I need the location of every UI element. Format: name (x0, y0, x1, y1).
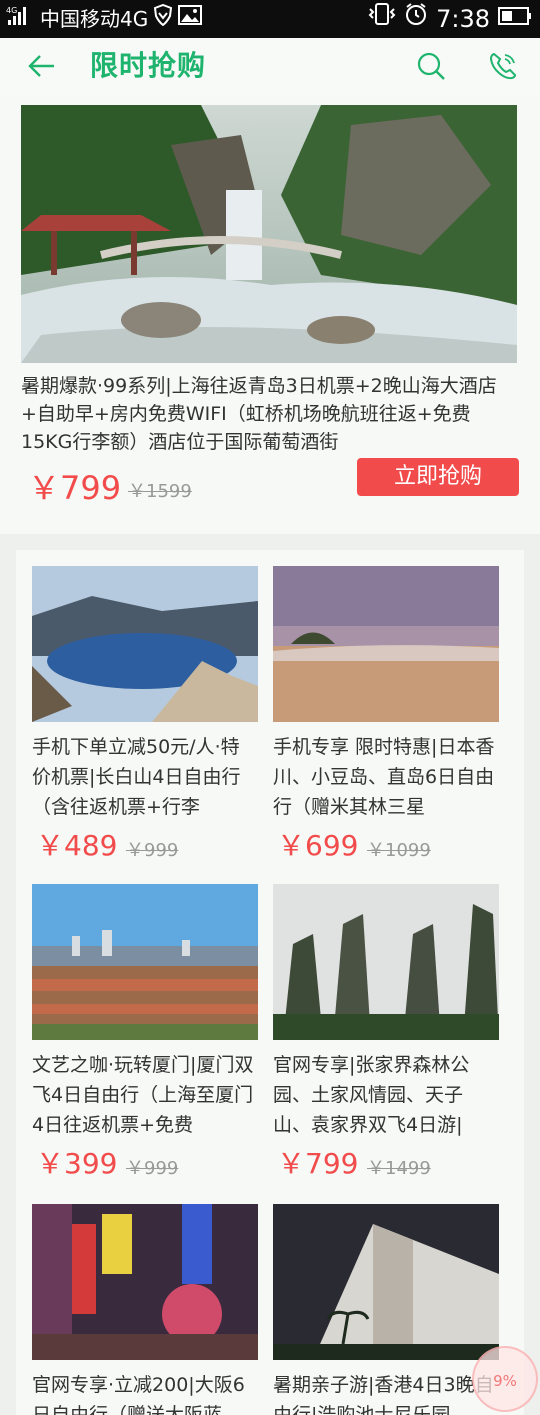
image-icon (178, 0, 203, 38)
product-price: ￥799 (277, 1147, 359, 1180)
product-card[interactable]: 官网专享·立减200|大阪6日自由行（赠送大阪蓝 (32, 1204, 260, 1415)
buy-now-button[interactable]: 立即抢购 (357, 458, 519, 496)
alarm-icon (404, 0, 428, 38)
featured-deal[interactable]: 暑期爆款·99系列|上海往返青岛3日机票+2晚山海大酒店+自助早+房内免费WIF… (0, 96, 540, 534)
product-title: 手机下单立减50元/人·特价机票|长白山4日自由行（含往返机票+行李 (32, 736, 241, 818)
product-original-price: ￥1099 (367, 840, 431, 861)
product-title: 手机专享 限时特惠|日本香川、小豆岛、直岛6日自由行（赠米其林三星 (273, 736, 495, 818)
search-icon[interactable] (416, 51, 446, 81)
page-title: 限时抢购 (90, 49, 207, 82)
svg-text:4G: 4G (6, 6, 17, 15)
product-original-price: ￥999 (126, 1158, 179, 1179)
product-title: 官网专享|张家界森林公园、土家风情园、天子山、袁家界双飞4日游| (273, 1054, 470, 1136)
product-card[interactable]: 文艺之咖·玩转厦门|厦门双飞4日自由行（上海至厦门4日往返机票+免费 ￥399 … (32, 884, 260, 1180)
product-card[interactable]: 手机专享 限时特惠|日本香川、小豆岛、直岛6日自由行（赠米其林三星 ￥699 ￥… (273, 566, 501, 862)
product-grid: 手机下单立减50元/人·特价机票|长白山4日自由行（含往返机票+行李 ￥489 … (16, 550, 524, 1415)
product-image (273, 884, 499, 1040)
product-original-price: ￥999 (126, 840, 179, 861)
status-bar: 4G 中国移动4G 7:38 (0, 0, 540, 38)
featured-original-price: ￥1599 (128, 481, 192, 502)
product-title: 暑期亲子游|香港4日3晚自由行|浩购池士尼乐园 (273, 1374, 494, 1415)
app-header: 限时抢购 (0, 38, 540, 96)
product-title: 文艺之咖·玩转厦门|厦门双飞4日自由行（上海至厦门4日往返机票+免费 (32, 1054, 254, 1136)
back-arrow-icon[interactable] (26, 50, 58, 82)
vibrate-icon (368, 0, 396, 38)
shield-icon (152, 0, 174, 38)
featured-title: 暑期爆款·99系列|上海往返青岛3日机票+2晚山海大酒店+自助早+房内免费WIF… (21, 375, 497, 453)
battery-icon (498, 0, 532, 38)
product-price: ￥399 (36, 1147, 118, 1180)
featured-price: ￥799 (28, 469, 122, 507)
product-original-price: ￥1499 (367, 1158, 431, 1179)
featured-image[interactable] (21, 105, 517, 363)
product-image (32, 884, 258, 1040)
product-card[interactable]: 官网专享|张家界森林公园、土家风情园、天子山、袁家界双飞4日游| ￥799 ￥1… (273, 884, 501, 1180)
floating-progress-badge[interactable]: 9% (472, 1346, 538, 1412)
product-card[interactable]: 手机下单立减50元/人·特价机票|长白山4日自由行（含往返机票+行李 ￥489 … (32, 566, 260, 862)
signal-icon: 4G (6, 0, 36, 38)
product-image (273, 566, 499, 722)
clock-time: 7:38 (436, 5, 490, 33)
phone-icon[interactable] (488, 51, 518, 81)
carrier-label: 中国移动4G (40, 7, 149, 31)
product-image (32, 566, 258, 722)
product-price: ￥489 (36, 829, 118, 862)
product-image (32, 1204, 258, 1360)
product-card[interactable]: 暑期亲子游|香港4日3晚自由行|浩购池士尼乐园 (273, 1204, 501, 1415)
product-price: ￥699 (277, 829, 359, 862)
product-image (273, 1204, 499, 1360)
product-title: 官网专享·立减200|大阪6日自由行（赠送大阪蓝 (32, 1374, 245, 1415)
